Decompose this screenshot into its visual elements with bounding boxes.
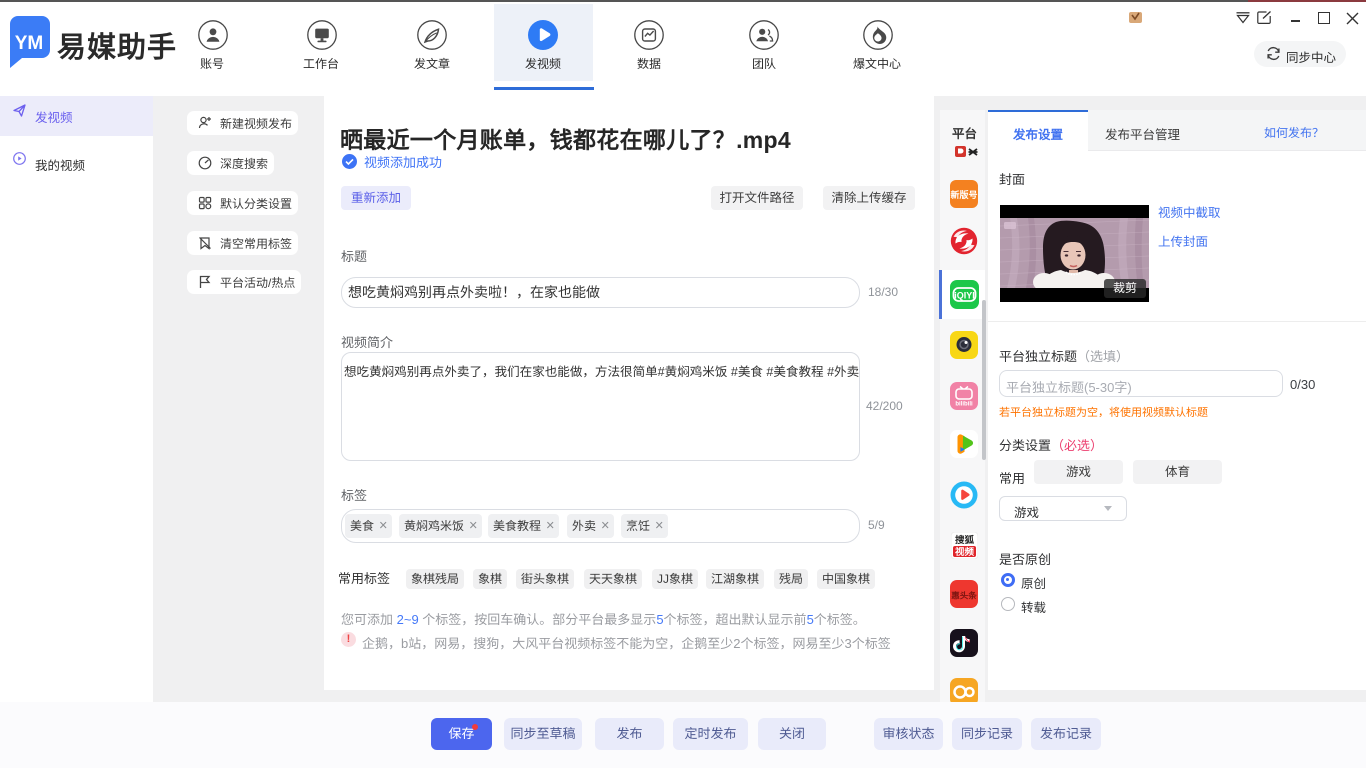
svg-text:视频: 视频 bbox=[955, 546, 975, 558]
svg-text:惠头条: 惠头条 bbox=[951, 591, 977, 601]
svg-text:bilibili: bilibili bbox=[955, 402, 973, 408]
svg-text:iQIYI: iQIYI bbox=[954, 291, 975, 301]
svg-text:新版号: 新版号 bbox=[950, 189, 977, 200]
svg-text:搜狐: 搜狐 bbox=[955, 534, 975, 546]
svg-text:YM: YM bbox=[15, 33, 44, 54]
